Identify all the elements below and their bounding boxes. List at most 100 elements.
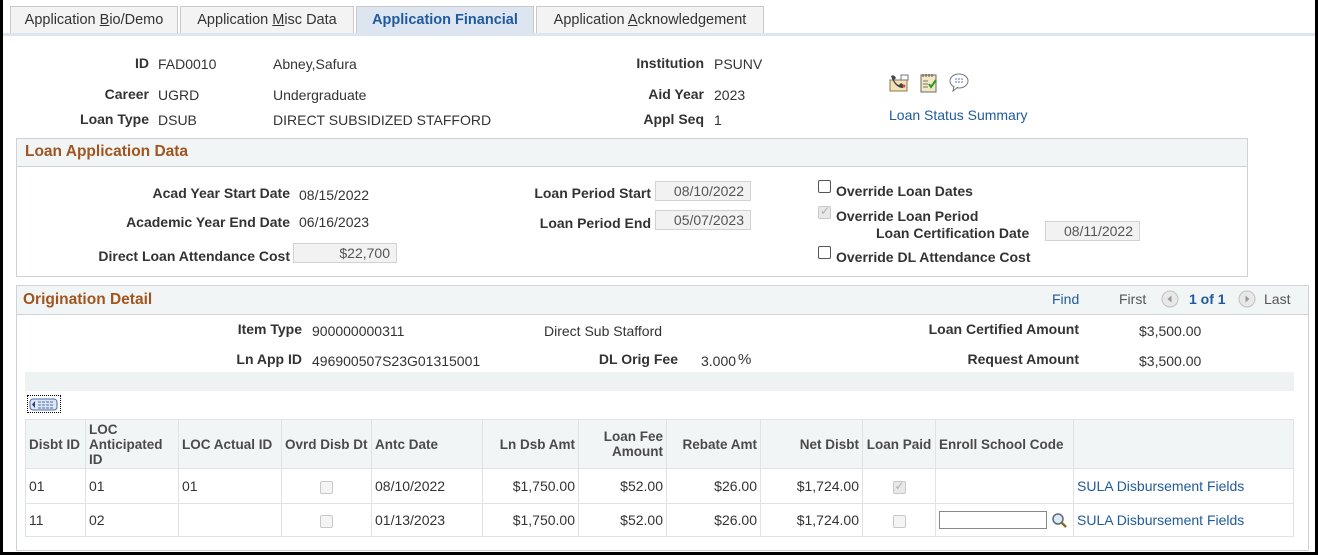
col-ovrd-disb-dt: Ovrd Disb Dt [281,419,372,469]
appl-seq-label: Appl Seq [643,111,704,127]
col-loan-paid: Loan Paid [862,419,936,469]
tab-application-financial[interactable]: Application Financial [356,6,534,33]
col-rebate-amt: Rebate Amt [666,419,761,469]
contact-icon[interactable] [889,74,909,92]
first-label: First [1119,291,1147,307]
dl-orig-fee-unit: % [738,351,752,368]
cell-ovrd-disb-dt [281,503,372,537]
col-enroll-school-code: Enroll School Code [935,419,1074,469]
cell-link: SULA Disbursement Fields [1073,503,1294,537]
override-loan-dates-checkbox[interactable] [818,180,831,193]
item-type-description: Direct Sub Stafford [544,323,663,339]
tab-label: cknowledgement [637,12,747,28]
loan-period-start-label: Loan Period Start [534,185,651,201]
institution-value: PSUNV [714,56,763,72]
sula-disbursement-fields-link[interactable]: SULA Disbursement Fields [1077,512,1244,528]
dl-attendance-cost-label: Direct Loan Attendance Cost [98,248,290,264]
cell-net-disbt: $1,724.00 [760,503,863,537]
checklist-icon[interactable] [920,73,938,93]
col-link [1073,419,1294,469]
cell-antc-date: 01/13/2023 [371,503,483,537]
next-icon[interactable] [1238,290,1256,308]
tab-application-bio-demo[interactable]: Application Bio/Demo [10,6,178,33]
section-header: Origination Detail [17,286,1308,315]
id-label: ID [135,55,149,71]
cell-loan-fee: $52.00 [578,468,667,504]
cell-loc-anticipated-id: 01 [85,468,179,504]
dl-orig-fee-value: 3.000 [701,353,737,369]
col-antc-date: Antc Date [371,419,483,469]
tab-accesskey: B [99,12,110,28]
request-amount-label: Request Amount [967,351,1079,367]
lookup-search-icon[interactable] [1051,512,1068,529]
grid-header-band [25,372,1294,391]
cell-disbt-id: 01 [25,468,86,504]
acad-year-start-label: Acad Year Start Date [152,185,290,201]
aid-year-value: 2023 [714,87,746,103]
loan-period-end-field: 05/07/2023 [655,210,751,230]
disbursement-grid: Disbt ID LOC Anticipated ID LOC Actual I… [25,419,1294,537]
ovrd-disb-dt-checkbox [320,514,333,528]
acad-year-end-value: 06/16/2023 [299,214,370,230]
tab-application-acknowledgement[interactable]: Application Acknowledgement [536,6,764,33]
acad-year-end-label: Academic Year End Date [126,214,290,230]
tab-accesskey: A [627,12,638,28]
loan-status-summary-link[interactable]: Loan Status Summary [889,107,1028,123]
override-dl-attendance-cost-label: Override DL Attendance Cost [836,249,1031,265]
cell-loan-paid [862,468,936,504]
item-type-value: 900000000311 [312,323,405,339]
item-type-label: Item Type [237,321,302,337]
student-name: Abney,Safura [273,56,357,72]
tab-label: isc Data [284,12,337,28]
loan-paid-checkbox [892,479,906,494]
loan-type-description: DIRECT SUBSIDIZED STAFFORD [273,112,492,128]
cell-loan-fee: $52.00 [578,503,667,537]
col-loan-fee-amount: Loan Fee Amount [578,419,667,469]
table-row: 01 01 01 08/10/2022 $1,750.00 $52.00 $26… [25,468,1294,504]
section-title: Loan Application Data [25,143,189,160]
tab-label: Application [24,12,100,28]
tab-application-misc-data[interactable]: Application Misc Data [180,6,354,33]
cell-ovrd-disb-dt [281,468,372,504]
ovrd-disb-dt-checkbox [320,480,333,494]
comments-icon[interactable] [949,73,970,93]
loan-period-start-field: 08/10/2022 [655,181,751,201]
loan-paid-checkbox [892,514,906,528]
loan-type-label: Loan Type [80,111,149,127]
dl-orig-fee-label: DL Orig Fee [598,351,678,367]
tab-label: io/Demo [109,12,164,28]
previous-icon[interactable] [1161,290,1179,308]
col-loc-actual-id: LOC Actual ID [178,419,282,469]
appl-seq-value: 1 [714,112,722,128]
cell-enroll-school-code [935,503,1074,537]
tab-label: Application [553,12,628,28]
col-loc-anticipated-id: LOC Anticipated ID [85,419,179,469]
enroll-school-code-input[interactable] [939,511,1047,530]
cell-net-disbt: $1,724.00 [760,468,863,504]
override-dl-attendance-cost-checkbox[interactable] [818,246,831,259]
loan-period-end-label: Loan Period End [539,215,651,231]
sula-disbursement-fields-link[interactable]: SULA Disbursement Fields [1077,478,1244,494]
loan-certified-amount-value: $3,500.00 [1139,323,1202,339]
find-link[interactable]: Find [1052,291,1079,307]
tab-label: Application Financial [372,12,518,28]
col-net-disbt: Net Disbt [760,419,863,469]
override-loan-period-label: Override Loan Period [836,208,979,224]
loan-certification-date-label: Loan Certification Date [876,225,1030,241]
override-loan-dates-label: Override Loan Dates [836,183,973,199]
loan-certified-amount-label: Loan Certified Amount [928,321,1079,337]
loan-certification-date-field: 08/11/2022 [1045,221,1140,241]
id-value: FAD0010 [158,56,217,72]
cell-loc-actual-id: 01 [178,468,282,504]
career-label: Career [104,86,149,102]
grid-header-row: Disbt ID LOC Anticipated ID LOC Actual I… [25,419,1294,469]
ln-app-id-value: 496900507S23G01315001 [312,353,481,369]
request-amount-value: $3,500.00 [1139,353,1202,369]
career-description: Undergraduate [273,87,367,103]
table-row: 11 02 01/13/2023 $1,750.00 $52.00 $26.00… [25,503,1294,537]
cell-loc-anticipated-id: 02 [85,503,179,537]
cell-disbt-id: 11 [25,503,86,537]
show-all-columns-icon[interactable] [27,395,61,413]
section-title: Origination Detail [23,291,153,308]
tab-accesskey: M [272,12,285,28]
